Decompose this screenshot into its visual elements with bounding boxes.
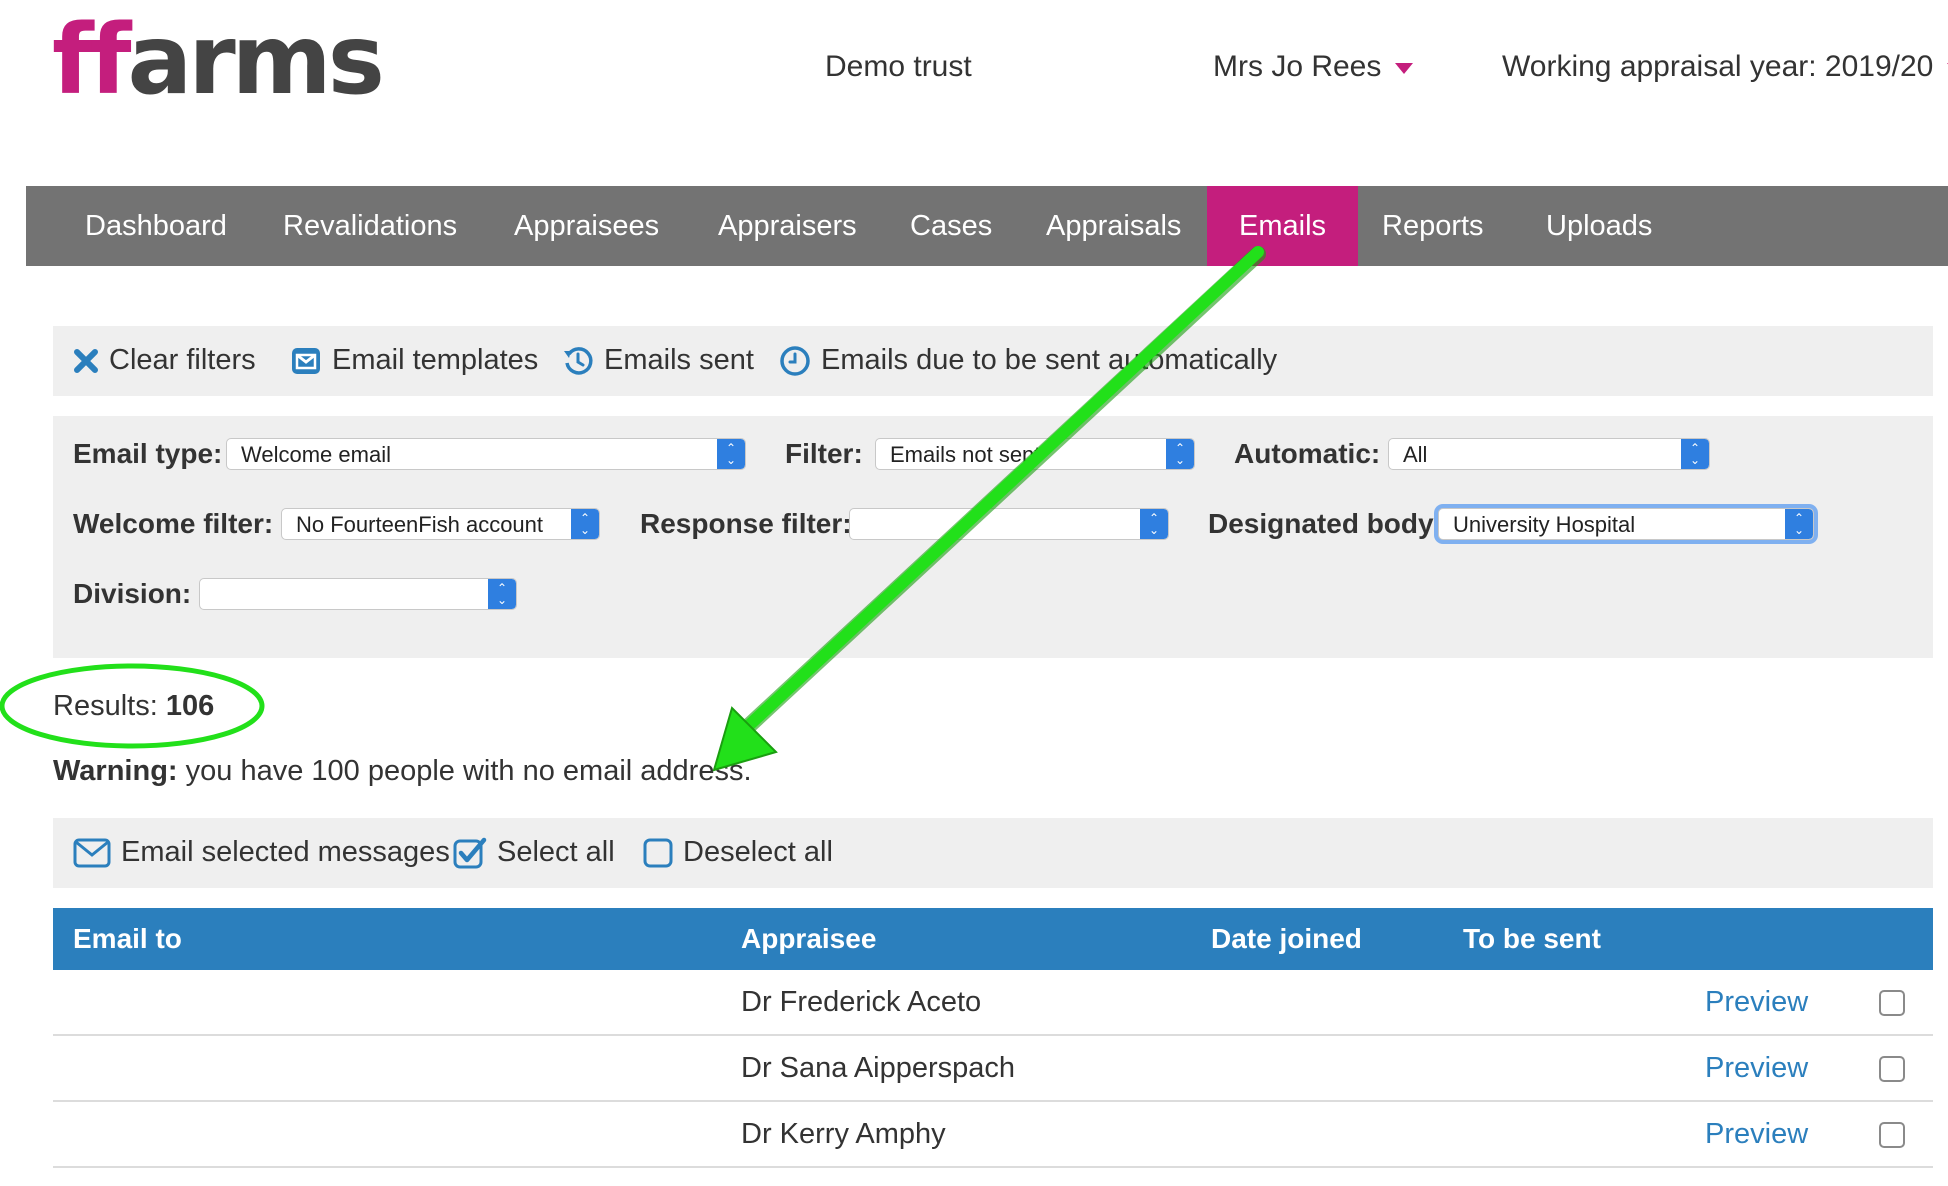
- nav-dashboard[interactable]: Dashboard: [53, 186, 259, 266]
- email-selected-button[interactable]: Email selected messages: [73, 836, 450, 869]
- col-to-be-sent[interactable]: To be sent: [1463, 908, 1601, 970]
- appraisee-name: Dr Frederick Aceto: [741, 986, 982, 1018]
- response-filter-label: Response filter:: [640, 508, 852, 539]
- envelope-icon: [292, 347, 320, 374]
- caret-down-icon: [1395, 62, 1414, 74]
- clock-icon: [780, 345, 810, 376]
- nav-appraisees[interactable]: Appraisees: [482, 186, 691, 266]
- emails-sent-label: Emails sent: [604, 344, 754, 376]
- filter-value: Emails not sent: [890, 442, 1041, 467]
- col-date-joined[interactable]: Date joined: [1211, 908, 1362, 970]
- user-name: Mrs Jo Rees: [1213, 50, 1382, 83]
- filters-panel: Email type: Welcome email ⌃ ⌄ Filter: Ema…: [53, 416, 1933, 658]
- history-icon: [564, 346, 593, 375]
- close-icon: [74, 348, 98, 373]
- designated-body-value: University Hospital: [1453, 512, 1636, 537]
- automatic-label: Automatic:: [1234, 438, 1381, 469]
- envelope-outline-icon: [73, 838, 111, 867]
- filter-label: Filter:: [785, 438, 863, 469]
- deselect-all-label: Deselect all: [683, 836, 833, 868]
- emails-sent-button[interactable]: Emails sent: [562, 344, 754, 377]
- table-row: Dr Sana Aipperspach Preview: [53, 1036, 1933, 1102]
- row-checkbox[interactable]: [1879, 1056, 1905, 1082]
- table-row: Dr Frederick Aceto Preview: [53, 970, 1933, 1036]
- row-checkbox[interactable]: [1879, 1122, 1905, 1148]
- user-menu[interactable]: Mrs Jo Rees: [1213, 50, 1414, 84]
- trust-name: Demo trust: [825, 50, 972, 83]
- col-email-to[interactable]: Email to: [73, 908, 182, 970]
- select-arrows-icon: ⌃ ⌄: [571, 509, 599, 539]
- select-arrows-icon: ⌃ ⌄: [1785, 509, 1813, 539]
- results-count: Results: 106: [53, 690, 214, 723]
- checkbox-empty-icon: [643, 838, 673, 867]
- nav-reports[interactable]: Reports: [1350, 186, 1516, 266]
- select-arrows-icon: ⌃ ⌄: [717, 439, 745, 469]
- nav-uploads[interactable]: Uploads: [1514, 186, 1684, 266]
- bulk-actions-bar: Email selected messages Select all Desel…: [53, 818, 1933, 888]
- division-label: Division:: [73, 578, 192, 609]
- preview-link[interactable]: Preview: [1705, 970, 1808, 1034]
- ffarms-logo[interactable]: ffarms: [52, 12, 385, 108]
- emails-due-button[interactable]: Emails due to be sent automatically: [779, 344, 1277, 377]
- nav-emails[interactable]: Emails: [1207, 186, 1359, 266]
- automatic-select[interactable]: All ⌃ ⌄: [1388, 438, 1710, 470]
- nav-appraisers[interactable]: Appraisers: [686, 186, 889, 266]
- results-label: Results:: [53, 690, 158, 722]
- table-row: Dr Kerry Amphy Preview: [53, 1102, 1933, 1168]
- email-selected-label: Email selected messages: [121, 836, 450, 868]
- welcome-filter-select[interactable]: No FourteenFish account ⌃ ⌄: [281, 508, 600, 540]
- designated-body-select[interactable]: University Hospital ⌃ ⌄: [1438, 508, 1814, 540]
- select-arrows-icon: ⌃ ⌄: [488, 579, 516, 609]
- nav-appraisals[interactable]: Appraisals: [1014, 186, 1213, 266]
- select-arrows-icon: ⌃ ⌄: [1681, 439, 1709, 469]
- filter-select[interactable]: Emails not sent ⌃ ⌄: [875, 438, 1195, 470]
- automatic-value: All: [1403, 442, 1428, 467]
- nav-revalidations[interactable]: Revalidations: [251, 186, 489, 266]
- select-all-label: Select all: [497, 836, 615, 868]
- appraisee-name: Dr Kerry Amphy: [741, 1118, 946, 1150]
- warning-text: you have 100 people with no email addres…: [185, 755, 752, 787]
- welcome-filter-label: Welcome filter:: [73, 508, 274, 539]
- email-templates-button[interactable]: Email templates: [290, 344, 538, 377]
- response-filter-select[interactable]: ⌃ ⌄: [849, 508, 1169, 540]
- col-appraisee[interactable]: Appraisee: [741, 908, 876, 970]
- clear-filters-button[interactable]: Clear filters: [73, 344, 256, 377]
- select-arrows-icon: ⌃ ⌄: [1140, 509, 1168, 539]
- main-nav: Dashboard Revalidations Appraisees Appra…: [26, 186, 1948, 266]
- select-arrows-icon: ⌃ ⌄: [1166, 439, 1194, 469]
- email-type-label: Email type:: [73, 438, 223, 469]
- warning-label: Warning:: [53, 755, 178, 787]
- appraisal-year-menu[interactable]: Working appraisal year: 2019/20: [1502, 50, 1948, 84]
- results-number: 106: [165, 690, 215, 722]
- email-toolbar: Clear filters Email templates Emails sen…: [53, 326, 1933, 396]
- warning-message: Warning: you have 100 people with no ema…: [53, 755, 752, 788]
- select-all-button[interactable]: Select all: [453, 836, 615, 869]
- clear-filters-label: Clear filters: [109, 344, 256, 376]
- row-checkbox[interactable]: [1879, 990, 1905, 1016]
- appraisal-year: Working appraisal year: 2019/20: [1502, 50, 1934, 83]
- email-type-value: Welcome email: [241, 442, 391, 467]
- appraisee-name: Dr Sana Aipperspach: [741, 1052, 1016, 1084]
- preview-link[interactable]: Preview: [1705, 1102, 1808, 1166]
- emails-due-label: Emails due to be sent automatically: [821, 344, 1278, 376]
- email-type-select[interactable]: Welcome email ⌃ ⌄: [226, 438, 746, 470]
- deselect-all-button[interactable]: Deselect all: [643, 836, 833, 869]
- nav-cases[interactable]: Cases: [878, 186, 1024, 266]
- table-header: Email to Appraisee Date joined To be sen…: [53, 908, 1933, 970]
- email-templates-label: Email templates: [332, 344, 539, 376]
- welcome-filter-value: No FourteenFish account: [296, 512, 544, 537]
- checkbox-checked-icon: [453, 837, 487, 868]
- designated-body-label: Designated body:: [1208, 508, 1443, 539]
- division-select[interactable]: ⌃ ⌄: [199, 578, 517, 610]
- preview-link[interactable]: Preview: [1705, 1036, 1808, 1100]
